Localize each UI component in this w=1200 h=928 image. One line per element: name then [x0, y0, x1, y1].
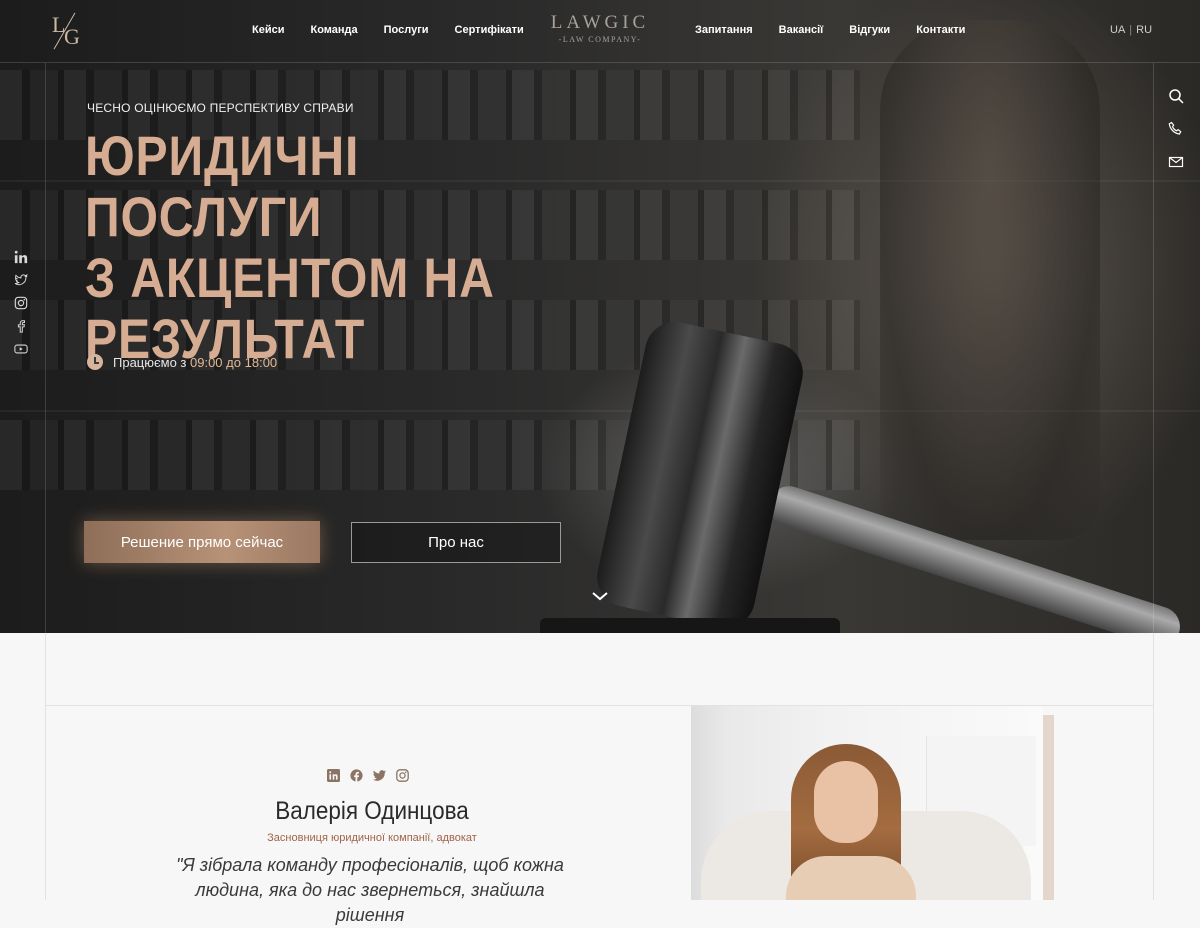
main-nav-right: Запитання Вакансії Відгуки Контакти	[695, 24, 991, 36]
logo-letter-g: G	[64, 24, 80, 49]
nav-item-certificates[interactable]: Сертифікати	[455, 24, 524, 36]
nav-item-cases[interactable]: Кейси	[252, 24, 284, 36]
nav-item-team[interactable]: Команда	[310, 24, 357, 36]
brand-subtitle: -LAW COMPANY-	[558, 35, 642, 44]
hero-headline-line: З АКЦЕНТОМ НА	[85, 246, 495, 309]
gavel-base-image	[540, 618, 840, 633]
photo-person-face	[814, 761, 878, 843]
working-hours-text: Працюємо з 09:00 до 18:00	[113, 355, 277, 370]
frame-line-right	[1153, 63, 1154, 633]
frame-line-right	[1153, 633, 1154, 900]
founder-name: Валерія Одинцова	[275, 797, 469, 825]
lang-separator: |	[1129, 24, 1133, 36]
founder-quote-line: "Я зібрала команду професіоналів, щоб ко…	[176, 855, 564, 875]
lang-ua[interactable]: UA	[1110, 24, 1125, 36]
facebook-icon[interactable]	[350, 769, 363, 782]
linkedin-icon[interactable]	[327, 769, 340, 782]
logo[interactable]: L G	[46, 10, 86, 50]
solution-now-button[interactable]: Решение прямо сейчас	[84, 521, 320, 563]
founder-quote-line: людина, яка до нас звернеться, знайшла р…	[195, 880, 545, 925]
twitter-icon[interactable]	[14, 273, 28, 287]
main-nav-left: Кейси Команда Послуги Сертифікати	[252, 24, 550, 36]
founder-section: Валерія Одинцова Засновниця юридичної ко…	[0, 633, 1200, 925]
hours-prefix: Працюємо з	[113, 354, 187, 370]
photo-person-body	[786, 856, 916, 900]
search-icon[interactable]	[1168, 88, 1184, 104]
hours-mid: до	[226, 354, 241, 370]
facebook-icon[interactable]	[14, 319, 28, 333]
justice-statue-image	[880, 20, 1100, 540]
hours-from: 09:00	[190, 354, 223, 370]
twitter-icon[interactable]	[373, 769, 386, 782]
nav-item-services[interactable]: Послуги	[384, 24, 429, 36]
linkedin-icon[interactable]	[14, 250, 28, 264]
instagram-icon[interactable]	[14, 296, 28, 310]
youtube-icon[interactable]	[14, 342, 28, 356]
instagram-icon[interactable]	[396, 769, 409, 782]
hero-headline: ЮРИДИЧНІ ПОСЛУГИ З АКЦЕНТОМ НА РЕЗУЛЬТАТ	[85, 125, 567, 369]
nav-item-vacancies[interactable]: Вакансії	[779, 24, 824, 36]
hours-to: 18:00	[244, 354, 278, 370]
lang-ru[interactable]: RU	[1136, 24, 1152, 36]
mail-icon[interactable]	[1168, 154, 1184, 170]
brand-logo[interactable]: LAWGIC -LAW COMPANY-	[530, 12, 670, 44]
nav-item-reviews[interactable]: Відгуки	[849, 24, 890, 36]
founder-social-links	[327, 769, 409, 782]
chevron-down-icon[interactable]	[590, 586, 610, 606]
about-us-button[interactable]: Про нас	[351, 522, 561, 563]
brand-name: LAWGIC	[550, 12, 650, 33]
language-switcher: UA | RU	[1110, 24, 1152, 36]
quick-actions-right	[1168, 88, 1184, 170]
frame-line-left	[45, 633, 46, 900]
founder-role: Засновниця юридичної компанії, адвокат	[267, 832, 477, 844]
phone-icon[interactable]	[1168, 121, 1184, 137]
nav-item-contacts[interactable]: Контакти	[916, 24, 965, 36]
clock-icon	[87, 354, 103, 370]
top-navigation-bar: L G Кейси Команда Послуги Сертифікати LA…	[0, 0, 1200, 63]
social-links-left	[14, 250, 28, 356]
hero-kicker: ЧЕСНО ОЦІНЮЄМО ПЕРСПЕКТИВУ СПРАВИ	[87, 101, 354, 115]
founder-photo	[691, 706, 1043, 900]
nav-item-faq[interactable]: Запитання	[695, 24, 753, 36]
founder-quote: "Я зібрала команду професіоналів, щоб ко…	[170, 853, 570, 928]
hero-section: L G Кейси Команда Послуги Сертифікати LA…	[0, 0, 1200, 633]
hero-headline-line: ЮРИДИЧНІ ПОСЛУГИ	[85, 124, 360, 248]
working-hours: Працюємо з 09:00 до 18:00	[87, 354, 277, 370]
